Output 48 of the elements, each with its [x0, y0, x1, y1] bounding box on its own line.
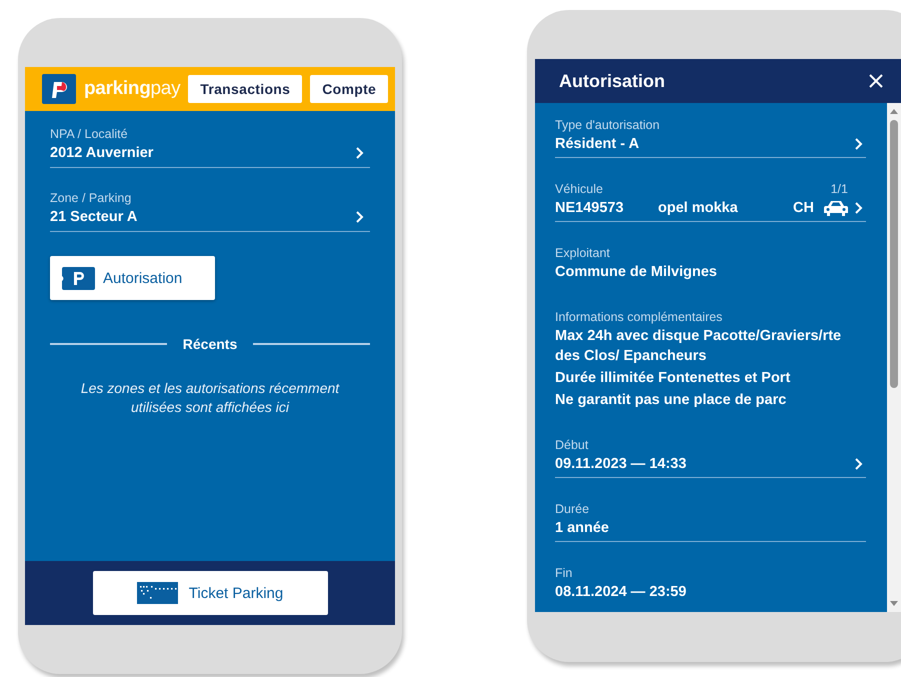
field-label: Type d'autorisation	[555, 118, 661, 132]
chevron-icon	[355, 147, 365, 159]
nav-button[interactable]: Compte	[310, 75, 388, 103]
field-label: Zone / Parking	[50, 191, 132, 205]
car-icon	[824, 200, 848, 216]
field-label: Début	[555, 438, 590, 452]
parking-ticket-icon	[62, 266, 95, 290]
field-value: Max 24h avec disque Pacotte/Graviers/rte des Clos/ Epancheurs	[555, 327, 842, 366]
field-value: Durée illimitée Fontenettes et Port	[555, 369, 792, 388]
selector-field[interactable]: Zone / Parking 21 Secteur A	[50, 191, 370, 232]
logo-text: parkingpay	[84, 78, 180, 100]
logo-icon	[42, 74, 76, 104]
empty-message: Les zones et les autorisations récemment utilisées sont affichées ici	[80, 379, 340, 417]
scroll-up-icon[interactable]	[890, 109, 898, 114]
ticket-icon	[136, 582, 178, 604]
field-value: Résident - A	[555, 135, 640, 154]
field-value: Commune de Milvignes	[555, 263, 718, 282]
selector-field[interactable]: Début 09.11.2023 — 14:33	[555, 438, 866, 478]
field-label: Informations complémentaires	[555, 310, 724, 324]
field-label: Durée	[555, 502, 590, 516]
section-title: Récents	[182, 336, 238, 352]
scrollbar[interactable]	[887, 103, 901, 612]
vehicle-count: 1/1	[830, 182, 848, 196]
selector-field[interactable]: Type d'autorisation Résident - A	[555, 118, 866, 158]
plate-number: NE149573	[555, 199, 625, 218]
chevron-icon	[854, 138, 864, 150]
field-value: 1 année	[555, 519, 610, 538]
scroll-down-icon[interactable]	[890, 601, 898, 606]
field-value: 08.11.2024 — 23:59	[555, 583, 688, 602]
field-label: Fin	[555, 566, 574, 580]
field-label: Exploitant	[555, 246, 611, 260]
country-code: CH	[793, 199, 814, 218]
ticket-button[interactable]: Ticket Parking	[92, 571, 328, 615]
authorization-button[interactable]: Autorisation	[50, 256, 215, 300]
vehicle-model: opel mokka	[658, 199, 739, 218]
chevron-icon	[355, 211, 365, 223]
chevron-icon	[854, 202, 864, 214]
field-value: 21 Secteur A	[50, 208, 138, 227]
selector-field[interactable]: NPA / Localité 2012 Auvernier	[50, 127, 370, 168]
field-value: 09.11.2023 — 14:33	[555, 455, 688, 474]
selector-field[interactable]: Véhicule 1/1 NE149573 opel mokka CH	[555, 182, 866, 222]
field-label: Véhicule	[555, 182, 603, 196]
field-label: NPA / Localité	[50, 127, 129, 141]
field-value: 2012 Auvernier	[50, 144, 154, 163]
field-value: Ne garantit pas une place de parc	[555, 391, 788, 410]
screen-title: Autorisation	[559, 70, 665, 92]
chevron-icon	[854, 458, 864, 470]
nav-button[interactable]: Transactions	[188, 75, 302, 103]
